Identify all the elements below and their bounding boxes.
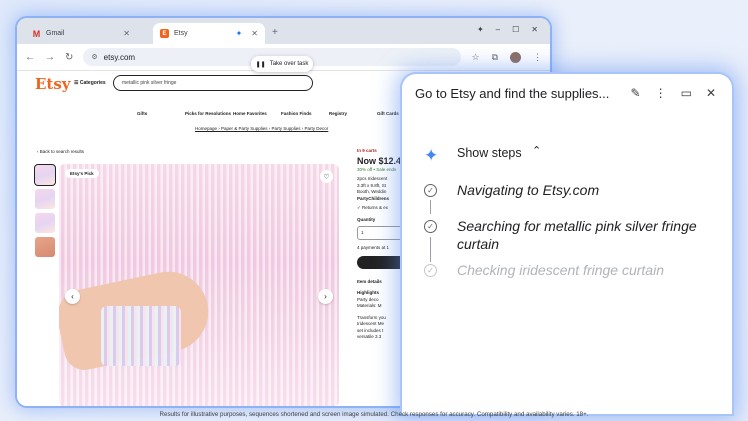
etsy-logo[interactable]: Etsy — [35, 75, 71, 93]
favorite-heart-icon[interactable]: ♡ — [320, 170, 333, 183]
thumbnail[interactable] — [35, 189, 55, 209]
take-over-task-button[interactable]: ❚❚ Take over task — [251, 56, 313, 72]
step-item: Searching for metallic pink silver fring… — [457, 218, 697, 252]
back-to-results-link[interactable]: ‹ Back to search results — [37, 149, 84, 154]
panel-actions: ✎ ⋮ ▭ ✕ — [631, 86, 716, 100]
address-text: etsy.com — [103, 52, 136, 62]
chevron-up-icon[interactable]: ⌃ — [532, 144, 541, 157]
panel-title: Go to Etsy and find the supplies... — [415, 86, 610, 101]
gemini-icon[interactable]: ✦ — [477, 25, 484, 34]
gemini-sparkle-icon: ✦ — [235, 29, 243, 38]
nav-item[interactable]: Gifts — [137, 111, 185, 116]
check-circle-icon: ✓ — [424, 220, 437, 233]
fringe-sample-image — [101, 306, 181, 366]
toolbar-actions: ☆ ⧉ ⋮ — [471, 51, 542, 63]
step-item: Checking iridescent fringe curtain — [457, 262, 664, 278]
check-circle-icon: ✓ — [424, 264, 437, 277]
prev-image-arrow-icon[interactable]: ‹ — [65, 289, 80, 304]
disclaimer-footer: Results for illustrative purposes, seque… — [159, 411, 589, 418]
more-options-icon[interactable]: ⋮ — [655, 86, 667, 100]
forward-icon[interactable]: → — [45, 52, 55, 63]
back-icon[interactable]: ← — [25, 52, 35, 63]
new-tab-button[interactable]: + — [272, 27, 278, 38]
close-icon[interactable]: ✕ — [123, 29, 130, 38]
thumbnail[interactable] — [35, 237, 55, 257]
reload-icon[interactable]: ↻ — [65, 52, 73, 63]
extensions-icon[interactable]: ⧉ — [492, 52, 498, 63]
tab-label: Gmail — [46, 30, 65, 37]
etsys-pick-badge: Etsy's Pick — [65, 169, 99, 178]
minimize-icon[interactable]: – — [496, 25, 500, 34]
etsy-icon: E — [160, 29, 169, 38]
check-circle-icon: ✓ — [424, 184, 437, 197]
menu-icon[interactable]: ⋮ — [533, 52, 542, 63]
nav-item[interactable]: Home Favorites — [233, 111, 281, 116]
close-window-icon[interactable]: ✕ — [531, 25, 538, 34]
next-image-arrow-icon[interactable]: › — [318, 289, 333, 304]
open-in-window-icon[interactable]: ▭ — [681, 86, 692, 100]
nav-item[interactable]: Registry — [329, 111, 377, 116]
thumbnail[interactable] — [34, 164, 56, 186]
take-over-label: Take over task — [269, 61, 309, 67]
nav-row: Gifts Picks for Resolutions Home Favorit… — [137, 111, 425, 116]
product-image: Etsy's Pick ♡ ‹ › — [59, 164, 339, 406]
show-steps-toggle[interactable]: Show steps — [457, 146, 522, 160]
window-controls: ✦ – ☐ ✕ — [477, 25, 538, 34]
close-icon[interactable]: ✕ — [706, 86, 716, 100]
search-input[interactable]: metallic pink silver fringe — [113, 75, 313, 91]
site-info-icon[interactable]: ⚙ — [91, 53, 97, 61]
breadcrumb[interactable]: Homepage › Paper & Party Supplies › Part… — [195, 126, 328, 131]
step-item: Navigating to Etsy.com — [457, 182, 600, 198]
tab-etsy[interactable]: E Etsy ✦ ✕ — [153, 23, 265, 44]
thumbnail-list — [34, 164, 56, 257]
tab-gmail[interactable]: M Gmail ✕ — [25, 23, 137, 44]
tab-label: Etsy — [174, 30, 188, 37]
close-icon[interactable]: ✕ — [251, 29, 258, 38]
pause-icon: ❚❚ — [255, 61, 266, 68]
nav-item[interactable]: Picks for Resolutions — [185, 111, 233, 116]
step-connector — [430, 237, 432, 262]
bookmark-star-icon[interactable]: ☆ — [471, 52, 479, 63]
categories-button[interactable]: ☰ Categories — [74, 80, 106, 86]
step-connector — [430, 200, 432, 214]
tab-strip: M Gmail ✕ E Etsy ✦ ✕ + ✦ – ☐ ✕ — [17, 18, 550, 44]
gemini-sparkle-icon: ✦ — [424, 146, 439, 165]
edit-icon[interactable]: ✎ — [631, 86, 641, 100]
avatar[interactable] — [510, 51, 521, 63]
gemini-panel: Go to Etsy and find the supplies... ✎ ⋮ … — [402, 74, 732, 414]
gmail-icon: M — [32, 28, 41, 39]
nav-item[interactable]: Fashion Finds — [281, 111, 329, 116]
maximize-icon[interactable]: ☐ — [512, 25, 519, 34]
thumbnail[interactable] — [35, 213, 55, 233]
